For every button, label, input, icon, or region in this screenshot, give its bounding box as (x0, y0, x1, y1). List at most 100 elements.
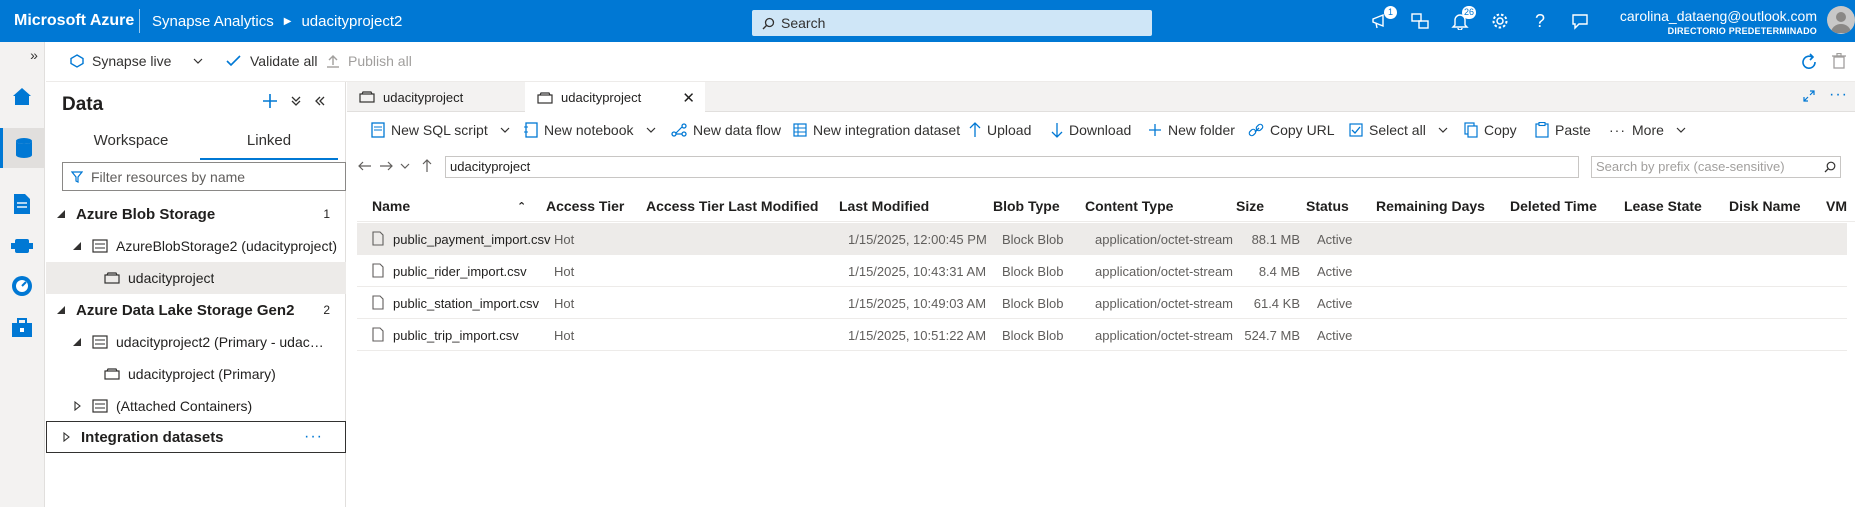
tree-group-blob-storage[interactable]: Azure Blob Storage 1 (46, 198, 346, 230)
column-header[interactable]: Deleted Time (1510, 198, 1597, 214)
more-button[interactable]: ··· More (1609, 122, 1686, 138)
user-avatar-icon (1831, 12, 1851, 33)
tree-item-adls-account[interactable]: udacityproject2 (Primary - udacityp... (46, 326, 346, 358)
column-header[interactable]: Access Tier (546, 198, 624, 214)
refresh-button[interactable] (1800, 53, 1818, 71)
table-row[interactable]: public_rider_import.csv Hot 1/15/2025, 1… (357, 255, 1847, 287)
more-options-icon[interactable]: ··· (1829, 86, 1848, 104)
doc-tab-inactive[interactable]: udacityproject (347, 82, 525, 112)
new-sql-script-button[interactable]: New SQL script (371, 122, 510, 138)
button-label: Copy (1484, 122, 1517, 138)
column-header[interactable]: Name (372, 198, 410, 214)
discard-button[interactable] (1832, 53, 1846, 69)
button-label: More (1632, 122, 1664, 138)
sort-ascending-icon[interactable]: ⌃ (517, 200, 526, 213)
column-header[interactable]: Remaining Days (1376, 198, 1485, 214)
new-notebook-button[interactable]: New notebook (524, 122, 656, 138)
table-row[interactable]: public_station_import.csv Hot 1/15/2025,… (357, 287, 1847, 319)
cell-last-modified: 1/15/2025, 10:43:31 AM (848, 264, 987, 279)
forward-button[interactable] (379, 160, 393, 172)
cell-blob-type: Block Blob (1002, 264, 1064, 279)
nav-home[interactable] (8, 82, 36, 110)
column-header[interactable]: Blob Type (993, 198, 1060, 214)
copy-button[interactable]: Copy (1464, 122, 1517, 138)
cell-last-modified: 1/15/2025, 10:49:03 AM (848, 296, 987, 311)
tree-label: (Attached Containers) (116, 398, 253, 414)
tree-item-blob-container[interactable]: udacityproject (46, 262, 346, 294)
up-button[interactable] (421, 159, 433, 173)
table-row[interactable]: public_payment_import.csv Hot 1/15/2025,… (357, 223, 1847, 255)
tree-item-adls-container[interactable]: udacityproject (Primary) (46, 358, 346, 390)
account-menu[interactable]: carolina_dataeng@outlook.com DIRECTORIO … (1615, 8, 1817, 36)
nav-manage[interactable] (8, 314, 36, 342)
container-icon (104, 368, 120, 380)
history-dropdown[interactable] (400, 163, 410, 169)
chevron-down-icon (500, 127, 510, 133)
cell-content-type: application/octet-stream (1095, 232, 1234, 247)
upload-button[interactable]: Upload (969, 122, 1031, 138)
publish-all-button[interactable]: Publish all (326, 53, 412, 69)
search-placeholder: Search (781, 15, 826, 31)
tree-group-adls[interactable]: Azure Data Lake Storage Gen2 2 (46, 294, 346, 326)
column-header[interactable]: Lease State (1624, 198, 1702, 214)
add-resource-button[interactable] (262, 93, 278, 109)
pipeline-icon (11, 239, 33, 253)
breadcrumb-workspace[interactable]: udacityproject2 (301, 13, 402, 30)
search-input[interactable]: Search (752, 10, 1152, 36)
avatar[interactable] (1827, 6, 1855, 34)
nav-data[interactable] (0, 128, 45, 168)
settings-button[interactable] (1488, 9, 1512, 33)
more-options-icon[interactable]: ··· (304, 428, 323, 446)
collapse-all-button[interactable] (290, 95, 302, 107)
select-all-button[interactable]: Select all (1349, 122, 1448, 138)
paste-button[interactable]: Paste (1535, 122, 1591, 138)
caret-expanded-icon (72, 338, 82, 346)
validate-all-button[interactable]: Validate all (226, 53, 317, 69)
download-button[interactable]: Download (1051, 122, 1131, 138)
left-rail: » (0, 42, 45, 507)
new-data-flow-button[interactable]: New data flow (671, 122, 781, 138)
column-header[interactable]: Status (1306, 198, 1349, 214)
validate-check-icon (226, 55, 241, 67)
prefix-search-input[interactable]: Search by prefix (case-sensitive) (1591, 156, 1841, 178)
help-button[interactable]: ? (1528, 9, 1552, 33)
notifications-button[interactable]: 26 (1448, 6, 1476, 33)
column-header[interactable]: Last Modified (839, 198, 929, 214)
tree-item-blob-account[interactable]: AzureBlobStorage2 (udacityproject) (46, 230, 346, 262)
brand-title[interactable]: Microsoft Azure (0, 12, 139, 30)
feedback-button[interactable] (1568, 9, 1592, 33)
doc-tab-active[interactable]: udacityproject ✕ (525, 82, 705, 113)
nav-integrate[interactable] (8, 232, 36, 260)
new-folder-button[interactable]: New folder (1148, 122, 1235, 138)
breadcrumb-product[interactable]: Synapse Analytics (152, 13, 274, 30)
column-header[interactable]: Size (1236, 198, 1264, 214)
nav-monitor[interactable] (8, 272, 36, 300)
column-header[interactable]: Disk Name (1729, 198, 1801, 214)
expand-rail-button[interactable]: » (25, 46, 43, 64)
table-row[interactable]: public_trip_import.csv Hot 1/15/2025, 10… (357, 319, 1847, 351)
database-icon (16, 138, 32, 158)
expand-button[interactable] (1803, 90, 1815, 102)
tree-group-integration-datasets[interactable]: Integration datasets ··· (46, 421, 346, 453)
tab-workspace[interactable]: Workspace (62, 126, 200, 160)
synapse-live-dropdown[interactable]: Synapse live (70, 53, 203, 69)
column-header[interactable]: Access Tier Last Modified (646, 198, 818, 214)
directory-button[interactable] (1408, 9, 1432, 33)
nav-develop[interactable] (8, 190, 36, 218)
tree-item-attached-containers[interactable]: (Attached Containers) (46, 390, 346, 422)
close-icon[interactable]: ✕ (682, 89, 695, 107)
column-header[interactable]: Content Type (1085, 198, 1173, 214)
announcements-button[interactable]: 1 (1369, 6, 1397, 33)
filter-resources-input[interactable]: Filter resources by name (62, 162, 346, 191)
collapse-panel-button[interactable] (314, 95, 326, 107)
copy-url-button[interactable]: Copy URL (1248, 122, 1335, 138)
panel-title: Data (62, 94, 104, 115)
tab-linked[interactable]: Linked (200, 126, 338, 160)
new-integration-dataset-button[interactable]: New integration dataset (793, 122, 960, 138)
publish-icon (327, 55, 339, 68)
back-button[interactable] (358, 160, 372, 172)
path-input[interactable]: udacityproject (445, 156, 1579, 178)
document-icon (14, 194, 30, 214)
column-header[interactable]: VM (1826, 198, 1847, 214)
button-label: New folder (1168, 122, 1235, 138)
